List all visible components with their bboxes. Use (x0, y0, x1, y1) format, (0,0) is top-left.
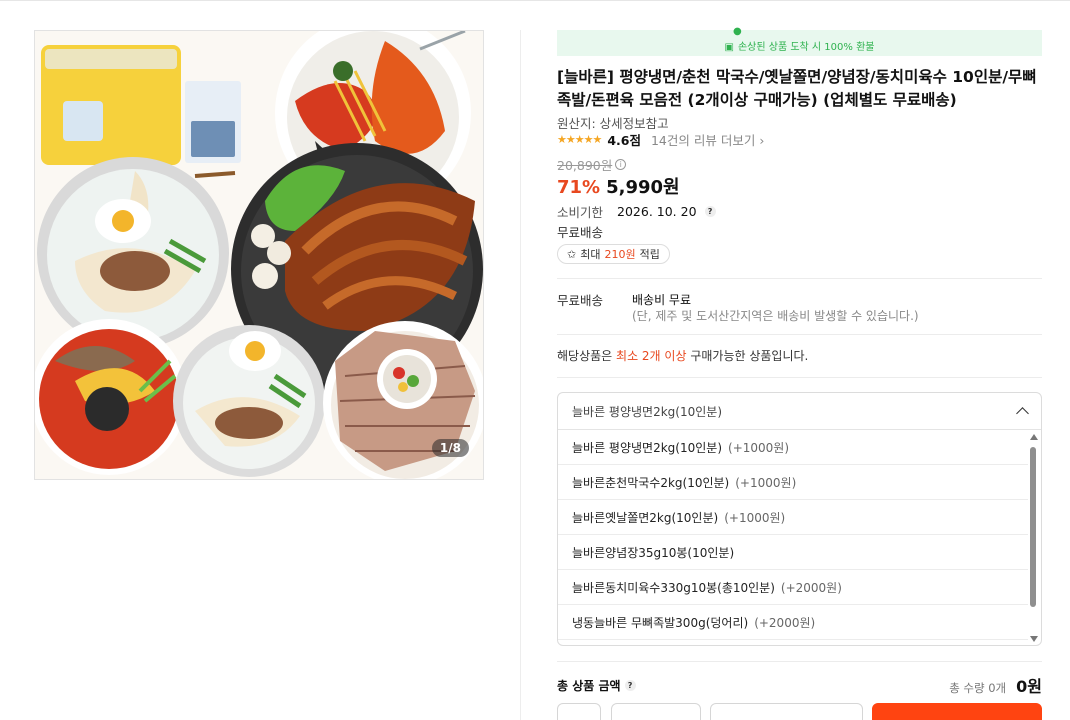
option-select-header[interactable]: 늘바른 평양냉면2kg(10인분) (558, 393, 1041, 430)
reviews-link[interactable]: 14건의 리뷰 더보기 › (651, 130, 764, 149)
shipping-note: (단, 제주 및 도서산간지역은 배송비 발생할 수 있습니다.) (632, 309, 919, 323)
option-list: 늘바른 평양냉면2kg(10인분) (+1000원) 늘바른춘천막국수2kg(1… (558, 430, 1028, 640)
sale-price: 5,990원 (606, 177, 680, 198)
total-row: 총 상품 금액 ? 총 수량 0개 0원 (557, 673, 1042, 697)
total-amount: 0원 (1016, 677, 1042, 696)
min-notice-suffix: 구매가능한 상품입니다. (690, 349, 809, 363)
expiry-label: 소비기한 (557, 205, 604, 220)
total-quantity: 총 수량 0개 (949, 681, 1007, 695)
rating-value: 4.6점 (607, 133, 641, 148)
option-extra-price: (+2000원) (754, 615, 816, 630)
cart-button[interactable] (710, 703, 863, 720)
buy-button[interactable] (872, 703, 1042, 720)
info-icon[interactable]: i (615, 159, 627, 170)
option-extra-price: (+1000원) (735, 475, 797, 490)
option-label: 냉동늘바른 무뼈족발300g(덩어리) (572, 615, 749, 630)
option-scrollbar[interactable] (1027, 431, 1039, 645)
option-item[interactable]: 늘바른동치미육수330g10봉(총10인분) (+2000원) (558, 570, 1028, 605)
option-extra-price: (+1000원) (728, 440, 790, 455)
free-shipping-label: 무료배송 (557, 225, 604, 240)
coin-icon: ✩ (567, 247, 577, 261)
option-select[interactable]: 늘바른 평양냉면2kg(10인분) 늘바른 평양냉면2kg(10인분) (+10… (557, 392, 1042, 646)
action-buttons (557, 703, 1042, 720)
option-extra-price: (+2000원) (780, 580, 842, 595)
expiry-row: 소비기한 2026. 10. 20 ? (557, 202, 716, 221)
product-photo (35, 31, 483, 479)
help-icon[interactable]: ? (704, 206, 716, 217)
star-rating-icon: ★★★★★ (557, 133, 602, 146)
points-prefix: 최대 (580, 248, 601, 261)
help-icon[interactable]: ? (624, 679, 636, 691)
product-title: [늘바른] 평양냉면/춘천 막국수/옛날쫄면/양념장/동치미육수 10인분/무뼈… (557, 68, 1037, 109)
total-label: 총 상품 금액 ? (557, 677, 636, 694)
shipping-label: 무료배송 (557, 293, 604, 308)
option-label: 늘바른옛날쫄면2kg(10인분) (572, 510, 719, 525)
section-divider (557, 661, 1042, 662)
refund-banner: ● ▣ 손상된 상품 도착 시 100% 환불 (557, 26, 1042, 56)
price-row: 71% 5,990원 (557, 173, 680, 199)
scroll-up-arrow-icon[interactable] (1030, 434, 1038, 440)
column-divider (520, 30, 521, 720)
section-divider (557, 278, 1042, 279)
original-price: 20,890원 i (557, 155, 627, 174)
option-item[interactable]: 늘바른옛날쫄면2kg(10인분) (+1000원) (558, 500, 1028, 535)
option-label: 늘바른양념장35g10봉(10인분) (572, 545, 735, 560)
total-label-text: 총 상품 금액 (557, 678, 621, 693)
expiry-value: 2026. 10. 20 (617, 204, 697, 219)
wishlist-button[interactable] (611, 703, 701, 720)
option-label: 늘바른춘천막국수2kg(10인분) (572, 475, 730, 490)
selected-option: 늘바른 평양냉면2kg(10인분) (572, 404, 723, 419)
rating-row: ★★★★★ 4.6점 14건의 리뷰 더보기 › (557, 130, 764, 149)
original-price-value: 20,890원 (557, 158, 613, 173)
discount-rate: 71% (557, 177, 601, 198)
option-item[interactable]: 냉동늘바른 무뼈족발300g(덩어리) (+2000원) (558, 605, 1028, 640)
top-divider (0, 0, 1070, 1)
reviews-link-label: 14건의 리뷰 더보기 (650, 133, 756, 148)
share-button[interactable] (557, 703, 601, 720)
chevron-right-icon: › (759, 133, 765, 148)
option-label: 늘바른동치미육수330g10봉(총10인분) (572, 580, 775, 595)
min-notice-highlight: 최소 2개 이상 (616, 349, 687, 363)
option-item[interactable]: 늘바른 평양냉면2kg(10인분) (+1000원) (558, 430, 1028, 465)
chevron-up-icon[interactable] (1016, 406, 1029, 420)
image-counter: 1/8 (431, 439, 469, 457)
option-extra-price: (+1000원) (724, 510, 786, 525)
option-item[interactable]: 늘바른춘천막국수2kg(10인분) (+1000원) (558, 465, 1028, 500)
points-badge: ✩ 최대 210원 적립 (557, 244, 670, 264)
option-label: 늘바른 평양냉면2kg(10인분) (572, 440, 723, 455)
points-amount: 210원 (604, 248, 636, 261)
scroll-down-arrow-icon[interactable] (1030, 636, 1038, 642)
min-purchase-notice: 해당상품은 최소 2개 이상 구매가능한 상품입니다. (557, 347, 808, 364)
min-notice-prefix: 해당상품은 (557, 349, 613, 363)
product-image-gallery[interactable]: 1/8 (34, 30, 484, 480)
points-suffix: 적립 (639, 248, 660, 261)
bag-icon: ▣ (724, 42, 734, 53)
banner-text: 손상된 상품 도착 시 100% 환불 (737, 42, 875, 53)
section-divider (557, 377, 1042, 378)
total-summary: 총 수량 0개 0원 (949, 673, 1042, 697)
shipping-fee: 배송비 무료 (632, 293, 692, 307)
scroll-thumb[interactable] (1030, 447, 1036, 607)
section-divider (557, 334, 1042, 335)
banner-top-icon: ● (733, 26, 742, 37)
option-item[interactable]: 늘바른양념장35g10봉(10인분) (558, 535, 1028, 570)
